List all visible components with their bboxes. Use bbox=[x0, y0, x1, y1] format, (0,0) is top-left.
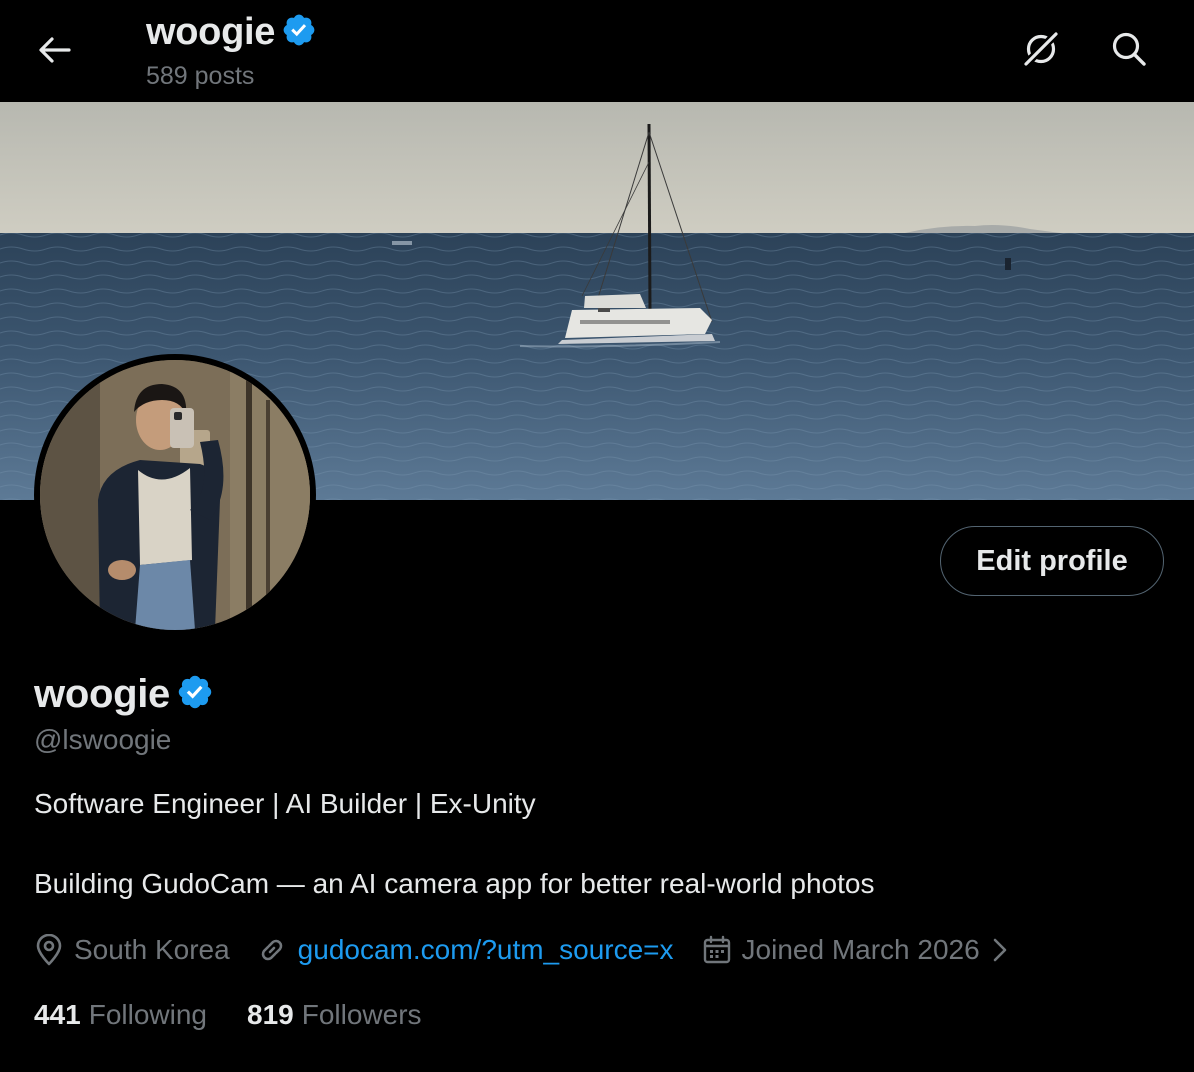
follow-stats-row: 441 Following 819 Followers bbox=[34, 996, 422, 1034]
profile-name-row: woogie bbox=[34, 668, 214, 720]
bio-line-1: Software Engineer | AI Builder | Ex-Unit… bbox=[34, 788, 536, 819]
edit-profile-button[interactable]: Edit profile bbox=[940, 526, 1164, 596]
following-link[interactable]: 441 Following bbox=[34, 999, 207, 1031]
top-bar: woogie 589 posts bbox=[0, 0, 1194, 102]
location-item: South Korea bbox=[34, 934, 230, 966]
following-count: 441 bbox=[34, 999, 81, 1030]
verified-badge-icon bbox=[281, 12, 317, 53]
profile-avatar[interactable] bbox=[34, 354, 316, 636]
following-label: Following bbox=[88, 999, 207, 1030]
grok-icon bbox=[1022, 30, 1060, 68]
followers-count: 819 bbox=[247, 999, 294, 1030]
profile-meta-row: South Korea gudocam.com/?utm_source=x Jo… bbox=[34, 930, 1008, 970]
location-text: South Korea bbox=[74, 934, 230, 965]
bio-line-2: Building GudoCam — an AI camera app for … bbox=[34, 868, 875, 899]
arrow-left-icon bbox=[39, 37, 71, 63]
header-posts-count: 589 posts bbox=[146, 62, 255, 90]
avatar-photo bbox=[40, 360, 310, 630]
header-name-row: woogie bbox=[146, 8, 317, 56]
followers-link[interactable]: 819 Followers bbox=[247, 999, 422, 1031]
followers-label: Followers bbox=[301, 999, 422, 1030]
back-button[interactable] bbox=[30, 28, 78, 72]
profile-handle: @lswoogie bbox=[34, 724, 172, 755]
website-link[interactable]: gudocam.com/?utm_source=x bbox=[298, 934, 674, 966]
link-icon bbox=[256, 934, 288, 966]
chevron-right-icon bbox=[992, 936, 1008, 964]
search-icon bbox=[1112, 32, 1146, 66]
profile-display-name: woogie bbox=[34, 671, 170, 716]
website-item: gudocam.com/?utm_source=x bbox=[256, 934, 674, 966]
header-display-name: woogie bbox=[146, 10, 276, 53]
grok-button[interactable] bbox=[1016, 24, 1066, 74]
search-button[interactable] bbox=[1104, 24, 1154, 74]
calendar-icon bbox=[702, 935, 732, 965]
joined-text: Joined March 2026 bbox=[741, 934, 980, 965]
location-pin-icon bbox=[34, 934, 64, 966]
verified-badge-icon[interactable] bbox=[176, 673, 214, 716]
joined-item[interactable]: Joined March 2026 bbox=[702, 934, 1008, 966]
